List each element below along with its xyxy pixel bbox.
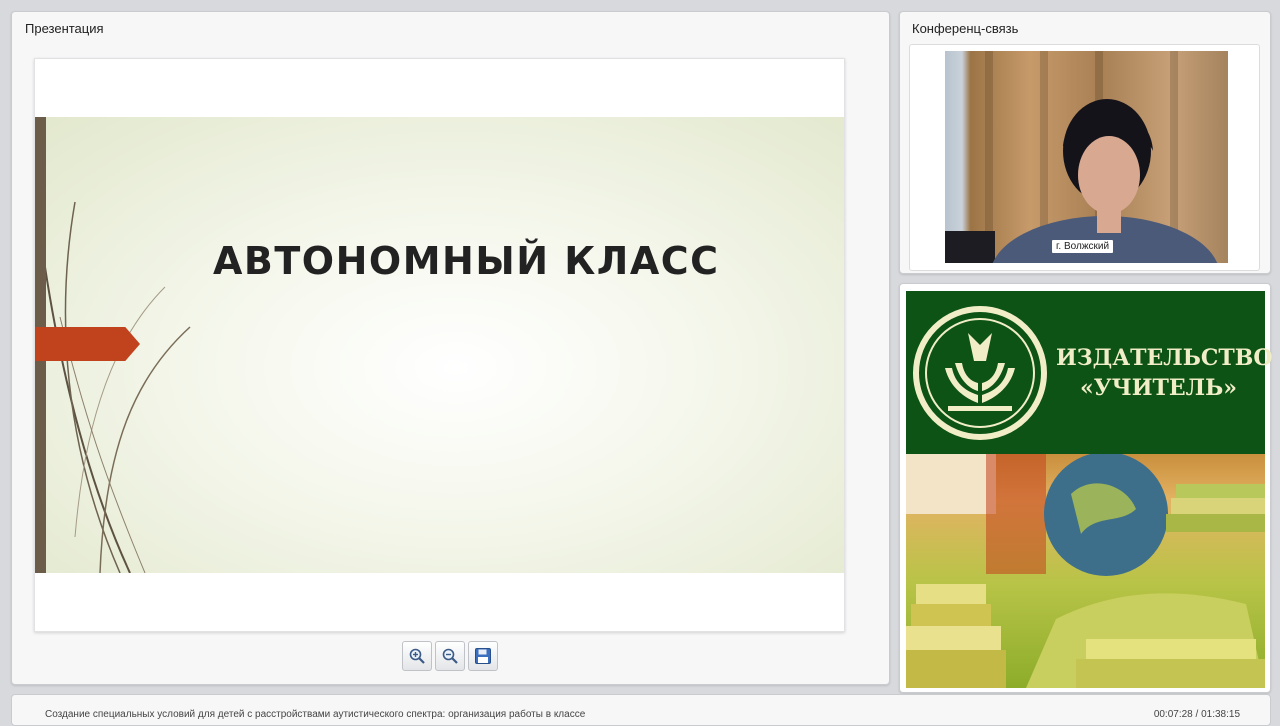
video-location-label: г. Волжский [1052, 240, 1114, 253]
webinar-title: Создание специальных условий для детей с… [45, 709, 586, 720]
video-frame: г. Волжский [909, 44, 1260, 271]
conference-panel-title: Конференц-связь [912, 21, 1019, 36]
slide-title: АВТОНОМНЫЙ КЛАСС [213, 239, 720, 283]
publisher-name-line2: «УЧИТЕЛЬ» [1080, 375, 1237, 401]
playback-time: 00:07:28 / 01:38:15 [1153, 709, 1240, 720]
save-button[interactable] [468, 641, 498, 671]
presentation-panel: Презентация АВТОНОМНЫЙ КЛАСС [11, 11, 890, 685]
footer-bar: Создание специальных условий для детей с… [11, 694, 1271, 726]
speaker-figure [945, 99, 1218, 263]
slide-arrow-shape [35, 327, 140, 361]
publisher-logo [913, 306, 1047, 440]
webcam-video[interactable]: г. Волжский [945, 51, 1228, 263]
publisher-banner[interactable]: ИЗДАТЕЛЬСТВО «УЧИТЕЛЬ» [899, 283, 1273, 693]
slide-frame: АВТОНОМНЫЙ КЛАСС [34, 58, 845, 632]
conference-panel: Конференц-связь г. Волжский [899, 11, 1271, 274]
zoom-in-icon [409, 648, 425, 664]
zoom-out-button[interactable] [435, 641, 465, 671]
zoom-out-icon [442, 648, 458, 664]
publisher-name: ИЗДАТЕЛЬСТВО «УЧИТЕЛЬ» [1056, 343, 1273, 403]
floppy-disk-icon [475, 648, 491, 664]
slide: АВТОНОМНЫЙ КЛАСС [35, 117, 844, 573]
presentation-panel-title: Презентация [25, 21, 104, 36]
publisher-banner-header: ИЗДАТЕЛЬСТВО «УЧИТЕЛЬ» [906, 291, 1273, 454]
publisher-banner-image [906, 454, 1265, 688]
zoom-in-button[interactable] [402, 641, 432, 671]
publisher-name-line1: ИЗДАТЕЛЬСТВО [1056, 345, 1273, 371]
